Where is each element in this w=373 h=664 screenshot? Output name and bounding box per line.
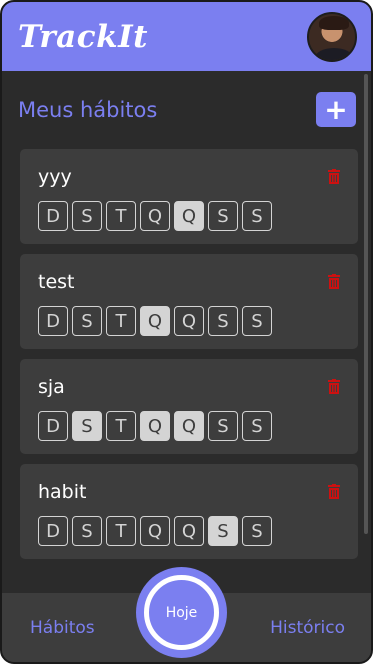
weekday-button[interactable]: T — [106, 201, 136, 231]
weekday-button[interactable]: T — [106, 516, 136, 546]
app-frame: TrackIt Meus hábitos + yyy D S T Q Q S Stest D S T… — [0, 0, 373, 664]
habits-header: Meus hábitos + — [18, 72, 358, 147]
trash-icon[interactable] — [328, 169, 340, 184]
habit-card: habit D S T Q Q S S — [20, 464, 358, 559]
weekday-button[interactable]: T — [106, 306, 136, 336]
weekday-button[interactable]: Q — [140, 306, 170, 336]
trash-icon[interactable] — [328, 484, 340, 499]
weekday-button[interactable]: T — [106, 411, 136, 441]
weekday-selector: DSTQQSS — [38, 201, 272, 231]
weekday-button[interactable]: D — [38, 306, 68, 336]
weekday-button[interactable]: S — [72, 306, 102, 336]
weekday-button[interactable]: S — [208, 201, 238, 231]
weekday-selector: DSTQQSS — [38, 516, 272, 546]
weekday-selector: DSTQQSS — [38, 306, 272, 336]
weekday-button[interactable]: Q — [140, 411, 170, 441]
main-content: Meus hábitos + yyy D S T Q Q S Stest D S T Q Q S Ssja D… — [18, 72, 358, 569]
habit-card: test D S T Q Q S S — [20, 254, 358, 349]
weekday-button[interactable]: S — [208, 516, 238, 546]
trash-icon[interactable] — [328, 274, 340, 289]
weekday-button[interactable]: S — [72, 516, 102, 546]
weekday-button[interactable]: Q — [140, 201, 170, 231]
user-avatar[interactable] — [307, 11, 357, 62]
weekday-button[interactable]: S — [208, 306, 238, 336]
weekday-button[interactable]: Q — [174, 306, 204, 336]
weekday-button[interactable]: S — [242, 516, 272, 546]
habit-name: yyy — [38, 166, 72, 188]
weekday-button[interactable]: Q — [140, 516, 170, 546]
habit-name: test — [38, 271, 75, 293]
weekday-button[interactable]: D — [38, 201, 68, 231]
habit-list: yyy D S T Q Q S Stest D S T Q Q S Ssja D S T Q Q S Shabit D S T Q… — [18, 149, 358, 559]
page-title: Meus hábitos — [18, 97, 158, 122]
app-logo: TrackIt — [18, 18, 148, 55]
weekday-button[interactable]: D — [38, 516, 68, 546]
weekday-button[interactable]: S — [242, 306, 272, 336]
today-button-label: Hoje — [144, 575, 219, 650]
scrollbar[interactable] — [364, 74, 368, 534]
weekday-button[interactable]: Q — [174, 201, 204, 231]
weekday-button[interactable]: S — [72, 411, 102, 441]
nav-habits-link[interactable]: Hábitos — [30, 618, 95, 638]
add-habit-button[interactable]: + — [316, 92, 356, 127]
weekday-button[interactable]: S — [242, 411, 272, 441]
weekday-button[interactable]: S — [72, 201, 102, 231]
weekday-button[interactable]: Q — [174, 516, 204, 546]
weekday-selector: DSTQQSS — [38, 411, 272, 441]
weekday-button[interactable]: S — [242, 201, 272, 231]
weekday-button[interactable]: D — [38, 411, 68, 441]
today-button[interactable]: Hoje — [136, 567, 227, 658]
habit-card: yyy D S T Q Q S S — [20, 149, 358, 244]
nav-history-link[interactable]: Histórico — [270, 618, 345, 638]
trash-icon[interactable] — [328, 379, 340, 394]
habit-name: habit — [38, 481, 87, 503]
weekday-button[interactable]: Q — [174, 411, 204, 441]
weekday-button[interactable]: S — [208, 411, 238, 441]
habit-card: sja D S T Q Q S S — [20, 359, 358, 454]
habit-name: sja — [38, 376, 65, 398]
top-bar: TrackIt — [2, 2, 371, 71]
